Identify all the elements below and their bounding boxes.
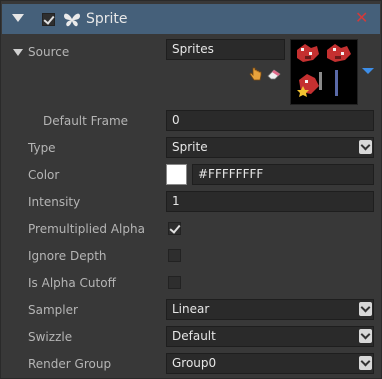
default-frame-field[interactable]: 0 <box>166 110 374 131</box>
source-label: Source <box>28 45 70 59</box>
render-group-label: Render Group <box>28 357 112 371</box>
chevron-down-icon[interactable] <box>359 302 372 316</box>
enable-checkbox[interactable] <box>42 13 55 26</box>
sprite-thumbnail <box>290 39 358 105</box>
source-field[interactable]: Sprites <box>166 39 285 60</box>
chevron-down-icon[interactable] <box>359 356 372 370</box>
is-alpha-cutoff-checkbox[interactable] <box>168 276 181 289</box>
ignore-depth-checkbox[interactable] <box>168 249 181 262</box>
type-value: Sprite <box>172 140 208 154</box>
collapse-arrow-icon[interactable] <box>12 14 24 22</box>
source-dropdown-arrow-icon[interactable] <box>362 68 374 74</box>
sampler-value: Linear <box>172 302 210 316</box>
eraser-icon[interactable] <box>267 68 282 80</box>
sprite-preview-image <box>291 40 357 104</box>
close-icon[interactable]: ✕ <box>355 10 368 26</box>
sampler-label: Sampler <box>28 303 78 317</box>
sampler-select[interactable]: Linear <box>166 299 374 320</box>
chevron-down-icon[interactable] <box>359 140 372 154</box>
component-title: Sprite <box>86 11 128 27</box>
color-label: Color <box>28 168 60 182</box>
intensity-field[interactable]: 1 <box>166 191 374 212</box>
premultiplied-alpha-checkbox[interactable] <box>168 222 181 235</box>
intensity-label: Intensity <box>28 195 81 209</box>
butterfly-icon <box>64 13 80 27</box>
sprite-component-panel: Sprite ✕ Source Sprites Default Frame 0 … <box>0 0 382 379</box>
ignore-depth-label: Ignore Depth <box>28 249 107 263</box>
type-label: Type <box>28 141 56 155</box>
chevron-down-icon[interactable] <box>359 329 372 343</box>
component-header: Sprite ✕ <box>2 4 380 34</box>
hand-pick-icon[interactable] <box>249 67 262 81</box>
swizzle-label: Swizzle <box>28 330 73 344</box>
default-frame-label: Default Frame <box>43 114 129 128</box>
type-select[interactable]: Sprite <box>166 137 374 158</box>
is-alpha-cutoff-label: Is Alpha Cutoff <box>28 276 116 290</box>
swizzle-value: Default <box>172 329 216 343</box>
premultiplied-alpha-label: Premultiplied Alpha <box>28 222 145 236</box>
render-group-select[interactable]: Group0 <box>166 353 374 374</box>
source-expand-arrow-icon[interactable] <box>13 49 23 56</box>
swizzle-select[interactable]: Default <box>166 326 374 347</box>
color-hex-field[interactable]: #FFFFFFFF <box>192 164 374 185</box>
render-group-value: Group0 <box>172 356 217 370</box>
color-swatch[interactable] <box>166 164 187 185</box>
